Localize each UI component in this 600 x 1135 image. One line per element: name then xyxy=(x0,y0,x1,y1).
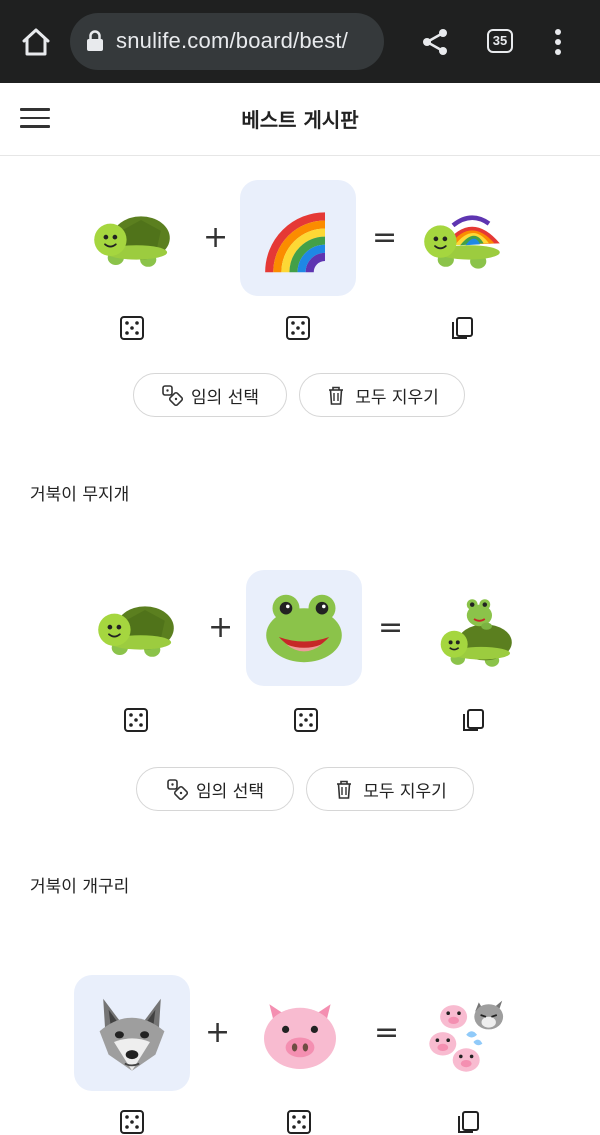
copy-icon[interactable] xyxy=(449,315,475,341)
clear-all-label: 모두 지우기 xyxy=(355,387,439,408)
equals-sign: = xyxy=(378,610,404,645)
equals-sign: = xyxy=(374,1015,400,1050)
left-emoji-slot[interactable] xyxy=(74,975,190,1091)
clear-all-button[interactable]: 모두 지우기 xyxy=(299,373,465,417)
post-caption: 거북이 무지개 xyxy=(30,485,130,505)
more-vert-icon[interactable] xyxy=(550,28,566,56)
lock-icon xyxy=(87,30,103,51)
random-select-label: 임의 선택 xyxy=(196,781,264,802)
shuffle-icon xyxy=(166,778,188,800)
plus-sign: + xyxy=(208,610,234,645)
equals-sign: = xyxy=(372,220,398,255)
page-title: 베스트 게시판 xyxy=(241,108,359,132)
random-select-button[interactable]: 임의 선택 xyxy=(136,767,294,811)
shuffle-icon xyxy=(161,384,183,406)
left-emoji-slot[interactable] xyxy=(74,180,190,296)
emoji-combo-row: + = xyxy=(0,570,600,700)
dice-icon[interactable] xyxy=(119,1109,145,1135)
rainbow-emoji xyxy=(253,193,343,283)
turtle-emoji xyxy=(87,193,177,283)
result-emoji-slot[interactable] xyxy=(416,570,532,686)
browser-toolbar: snulife.com/board/best/ 35 xyxy=(0,0,600,83)
address-bar[interactable]: snulife.com/board/best/ xyxy=(70,13,384,70)
trash-icon xyxy=(325,384,347,406)
frog-emoji xyxy=(259,583,349,673)
dice-icon[interactable] xyxy=(123,707,149,733)
frog-turtle-emoji xyxy=(429,583,519,673)
url-text: snulife.com/board/best/ xyxy=(116,28,349,53)
dice-icon[interactable] xyxy=(119,315,145,341)
dice-icon[interactable] xyxy=(293,707,319,733)
pig-emoji xyxy=(255,988,345,1078)
turtle-emoji xyxy=(91,583,181,673)
right-emoji-slot[interactable] xyxy=(246,570,362,686)
site-header: 베스트 게시판 xyxy=(0,83,600,156)
home-icon[interactable] xyxy=(18,24,54,60)
copy-icon[interactable] xyxy=(460,707,486,733)
trash-icon xyxy=(333,778,355,800)
tabs-count-button[interactable]: 35 xyxy=(487,29,513,53)
wolf-emoji xyxy=(87,988,177,1078)
plus-sign: + xyxy=(203,220,229,255)
result-emoji-slot[interactable] xyxy=(410,975,526,1091)
emoji-combo-row: + = xyxy=(0,975,600,1105)
clear-all-label: 모두 지우기 xyxy=(363,781,447,802)
pigs-wolf-emoji xyxy=(423,988,513,1078)
rainbow-turtle-emoji xyxy=(417,193,507,283)
left-emoji-slot[interactable] xyxy=(78,570,194,686)
post-caption: 거북이 개구리 xyxy=(30,877,130,897)
plus-sign: + xyxy=(205,1015,231,1050)
random-select-button[interactable]: 임의 선택 xyxy=(133,373,287,417)
copy-icon[interactable] xyxy=(455,1109,481,1135)
right-emoji-slot[interactable] xyxy=(242,975,358,1091)
clear-all-button[interactable]: 모두 지우기 xyxy=(306,767,474,811)
right-emoji-slot[interactable] xyxy=(240,180,356,296)
emoji-combo-row: + = xyxy=(0,180,600,310)
result-emoji-slot[interactable] xyxy=(404,180,520,296)
dice-icon[interactable] xyxy=(286,1109,312,1135)
dice-icon[interactable] xyxy=(285,315,311,341)
share-icon[interactable] xyxy=(420,27,450,57)
random-select-label: 임의 선택 xyxy=(191,387,259,408)
